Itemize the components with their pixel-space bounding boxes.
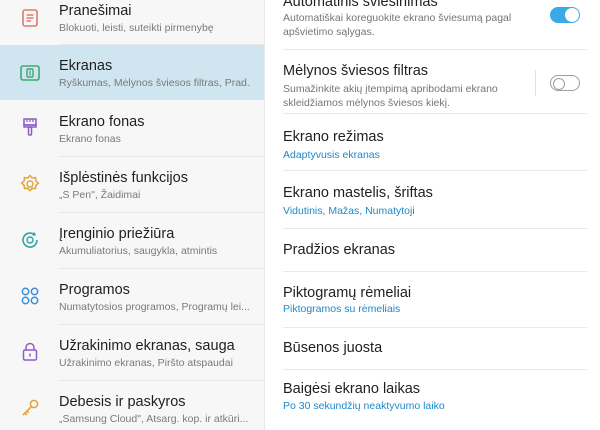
sidebar-item-title: Išplėstinės funkcijos <box>59 170 188 186</box>
sidebar-item-subtitle: Ekrano fonas <box>59 133 121 145</box>
setting-description: Automatiškai koreguokite ekrano šviesumą… <box>283 12 512 38</box>
notifications-icon <box>18 6 42 30</box>
sidebar-item-subtitle: „S Pen", Žaidimai <box>59 189 141 201</box>
sidebar-item-subtitle: „Samsung Cloud", Atsarg. kop. ir atkūri.… <box>59 413 249 425</box>
sidebar-item-wallpaper[interactable]: Ekrano fonas Ekrano fonas <box>0 101 264 156</box>
lock-icon <box>18 340 42 364</box>
display-icon <box>18 61 42 85</box>
toggle-separator <box>535 70 536 96</box>
apps-icon <box>18 284 42 308</box>
sidebar-item-title: Ekranas <box>59 58 113 74</box>
setting-screen-zoom-font[interactable]: Ekrano mastelis, šriftas Vidutinis, Maža… <box>265 171 600 227</box>
setting-title: Ekrano mastelis, šriftas <box>283 185 433 201</box>
sidebar-item-title: Pranešimai <box>59 3 132 19</box>
sidebar-item-title: Užrakinimo ekranas, sauga <box>59 338 235 354</box>
sidebar-item-title: Debesis ir paskyros <box>59 394 186 410</box>
sidebar-item-advanced-features[interactable]: Išplėstinės funkcijos „S Pen", Žaidimai <box>0 157 264 212</box>
sidebar-item-apps[interactable]: Programos Numatytosios programos, Progra… <box>0 269 264 324</box>
sidebar-item-subtitle: Ryškumas, Mėlynos šviesos filtras, Prad.… <box>59 77 251 89</box>
setting-title: Būsenos juosta <box>283 340 383 356</box>
key-icon <box>18 396 42 420</box>
setting-home-screen[interactable]: Pradžios ekranas <box>265 229 600 271</box>
sidebar-item-notifications[interactable]: Pranešimai Blokuoti, leisti, suteikti pi… <box>0 0 264 44</box>
sidebar-item-device-care[interactable]: Įrenginio priežiūra Akumuliatorius, saug… <box>0 213 264 268</box>
advanced-features-gear-icon <box>18 172 42 196</box>
setting-title: Piktogramų rėmeliai <box>283 285 412 301</box>
settings-sidebar: Pranešimai Blokuoti, leisti, suteikti pi… <box>0 0 264 430</box>
display-settings-panel: Automatinis šviesinimas Automatiškai kor… <box>265 0 600 430</box>
sidebar-item-subtitle: Užrakinimo ekranas, Piršto atspaudai <box>59 357 233 369</box>
setting-icon-frames[interactable]: Piktogramų rėmeliai Piktogramos su rėmel… <box>265 272 600 327</box>
sidebar-item-lock-screen[interactable]: Užrakinimo ekranas, sauga Užrakinimo ekr… <box>0 325 264 380</box>
setting-value: Vidutinis, Mažas, Numatytoji <box>283 205 415 217</box>
blue-light-filter-toggle[interactable] <box>550 75 580 91</box>
setting-blue-light-filter[interactable]: Mėlynos šviesos filtras Sumažinkite akių… <box>265 50 600 110</box>
setting-title: Baigėsi ekrano laikas <box>283 381 421 397</box>
auto-brightness-toggle[interactable] <box>550 7 580 23</box>
sidebar-item-subtitle: Akumuliatorius, saugykla, atmintis <box>59 245 218 257</box>
sidebar-item-subtitle: Numatytosios programos, Programų lei... <box>59 301 250 313</box>
sidebar-item-display[interactable]: Ekranas Ryškumas, Mėlynos šviesos filtra… <box>0 45 264 100</box>
setting-title: Automatinis šviesinimas <box>283 0 438 10</box>
setting-title: Mėlynos šviesos filtras <box>283 63 429 79</box>
setting-title: Pradžios ekranas <box>283 242 396 258</box>
sidebar-item-title: Ekrano fonas <box>59 114 145 130</box>
setting-auto-brightness[interactable]: Automatinis šviesinimas Automatiškai kor… <box>265 0 600 48</box>
setting-screen-mode[interactable]: Ekrano režimas Adaptyvusis ekranas <box>265 114 600 169</box>
setting-description: Sumažinkite akių įtempimą apribodami ekr… <box>283 83 498 109</box>
setting-title: Ekrano režimas <box>283 129 384 145</box>
setting-status-bar[interactable]: Būsenos juosta <box>265 328 600 370</box>
sidebar-item-cloud-accounts[interactable]: Debesis ir paskyros „Samsung Cloud", Ats… <box>0 381 264 430</box>
sidebar-item-title: Įrenginio priežiūra <box>59 226 175 242</box>
setting-screen-timeout[interactable]: Baigėsi ekrano laikas Po 30 sekundžių ne… <box>265 370 600 430</box>
setting-value: Po 30 sekundžių neaktyvumo laiko <box>283 400 445 412</box>
setting-value: Adaptyvusis ekranas <box>283 149 380 161</box>
sidebar-item-subtitle: Blokuoti, leisti, suteikti pirmenybę <box>59 22 214 34</box>
device-care-icon <box>18 228 42 252</box>
sidebar-item-title: Programos <box>59 282 130 298</box>
wallpaper-brush-icon <box>18 115 42 139</box>
setting-value: Piktogramos su rėmeliais <box>283 303 401 315</box>
